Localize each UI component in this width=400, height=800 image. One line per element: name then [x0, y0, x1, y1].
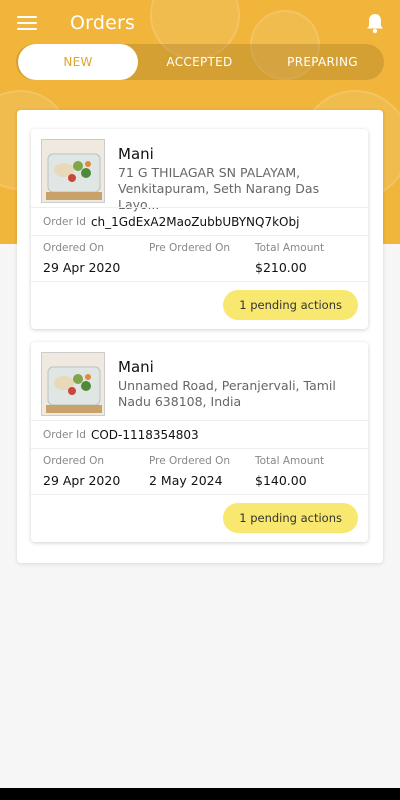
total-amount-value: $140.00 [255, 473, 307, 488]
system-nav-bar [0, 788, 400, 800]
tab-new[interactable]: NEW [18, 44, 138, 80]
order-card[interactable]: Mani Unnamed Road, Peranjervali, Tamil N… [31, 342, 368, 542]
ordered-on-value: 29 Apr 2020 [43, 260, 121, 275]
order-id-value: COD-1118354803 [90, 427, 199, 442]
order-id-row: Order Id COD-1118354803 [31, 420, 368, 448]
pending-actions-button[interactable]: 1 pending actions [223, 503, 358, 533]
ordered-on-label: Ordered On [43, 242, 104, 254]
customer-name: Mani [118, 358, 154, 376]
tab-accepted[interactable]: ACCEPTED [138, 44, 261, 80]
bell-icon[interactable] [365, 12, 385, 34]
food-image [41, 139, 105, 203]
top-bar: Orders [0, 0, 400, 48]
customer-address: Unnamed Road, Peranjervali, Tamil Nadu 6… [118, 378, 336, 409]
total-amount: Total Amount $210.00 [255, 242, 324, 275]
pre-ordered-on-value: 2 May 2024 [149, 473, 223, 488]
order-meta-row: Ordered On 29 Apr 2020 Pre Ordered On 2 … [31, 448, 368, 494]
total-amount-label: Total Amount [255, 242, 325, 254]
pre-ordered-on: Pre Ordered On 2 May 2024 [149, 455, 230, 488]
customer-address: 71 G THILAGAR SN PALAYAM, Venkitapuram, … [118, 165, 320, 212]
ordered-on: Ordered On 29 Apr 2020 [43, 242, 120, 275]
order-card-header: Mani 71 G THILAGAR SN PALAYAM, Venkitapu… [31, 129, 368, 212]
page-title: Orders [70, 12, 136, 34]
pending-actions-button[interactable]: 1 pending actions [223, 290, 358, 320]
ordered-on-value: 29 Apr 2020 [43, 473, 121, 488]
total-amount-value: $210.00 [255, 260, 307, 275]
customer-name: Mani [118, 145, 154, 163]
orders-list: Mani 71 G THILAGAR SN PALAYAM, Venkitapu… [17, 110, 383, 563]
order-id-value: ch_1GdExA2MaoZubbUBYNQ7kObj [90, 214, 300, 229]
order-action-row: 1 pending actions [31, 281, 368, 329]
tab-preparing[interactable]: PREPARING [261, 44, 384, 80]
pre-ordered-on: Pre Ordered On [149, 242, 230, 260]
pre-ordered-on-label: Pre Ordered On [149, 455, 231, 467]
menu-icon[interactable] [17, 15, 37, 31]
order-id-label: Order Id [43, 428, 86, 441]
ordered-on-label: Ordered On [43, 455, 104, 467]
order-id-label: Order Id [43, 215, 86, 228]
order-meta-row: Ordered On 29 Apr 2020 Pre Ordered On To… [31, 235, 368, 281]
pre-ordered-on-label: Pre Ordered On [149, 242, 231, 254]
total-amount-label: Total Amount [255, 455, 325, 467]
ordered-on: Ordered On 29 Apr 2020 [43, 455, 120, 488]
order-status-tabs: NEW ACCEPTED PREPARING [16, 44, 384, 80]
food-image [41, 352, 105, 416]
total-amount: Total Amount $140.00 [255, 455, 324, 488]
order-card-header: Mani Unnamed Road, Peranjervali, Tamil N… [31, 342, 368, 420]
order-action-row: 1 pending actions [31, 494, 368, 542]
order-id-row: Order Id ch_1GdExA2MaoZubbUBYNQ7kObj [31, 207, 368, 235]
order-card[interactable]: Mani 71 G THILAGAR SN PALAYAM, Venkitapu… [31, 129, 368, 329]
